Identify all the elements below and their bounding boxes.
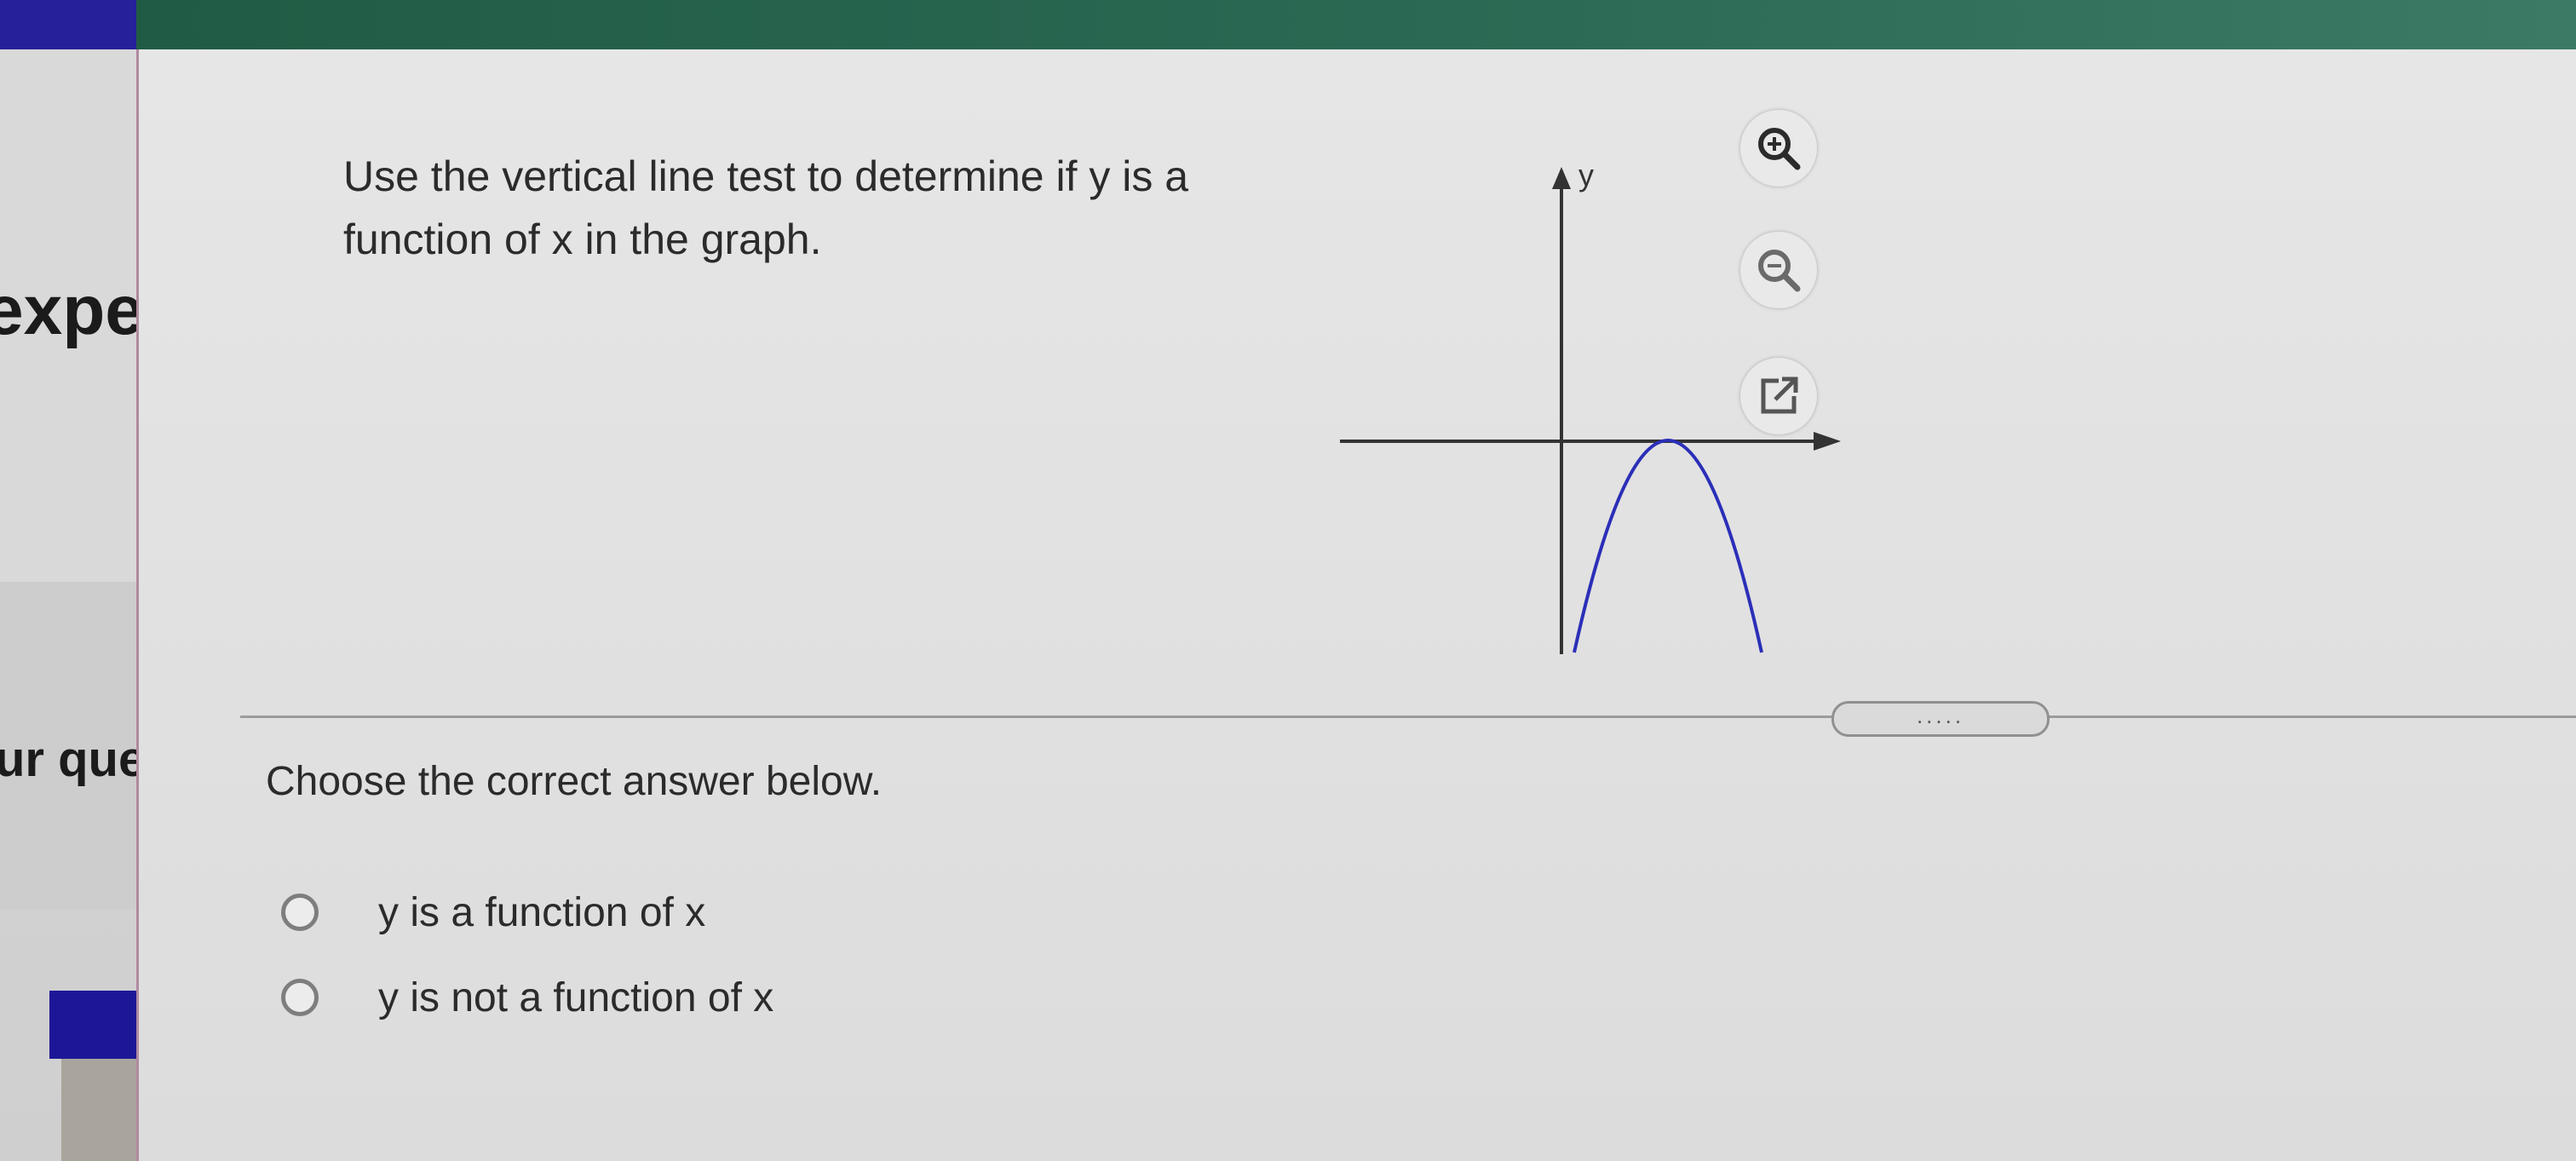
popout-icon — [1761, 376, 1798, 414]
divider-drag-handle[interactable]: ..... — [1831, 701, 2050, 737]
answer-option-function[interactable]: y is a function of x — [281, 882, 705, 942]
zoom-out-button[interactable] — [1740, 232, 1817, 308]
x-axis-arrow — [1814, 432, 1841, 451]
popout-button[interactable] — [1740, 358, 1817, 434]
parabola-curve — [1573, 439, 1763, 653]
radio-button[interactable] — [281, 894, 319, 931]
y-axis-label: y — [1578, 158, 1594, 193]
question-text: Use the vertical line test to determine … — [343, 152, 1189, 263]
option-label[interactable]: y is a function of x — [378, 889, 705, 936]
option-label[interactable]: y is not a function of x — [378, 974, 773, 1021]
header-accent — [0, 0, 136, 49]
section-divider — [240, 716, 2576, 718]
top-header-bar — [0, 0, 2576, 49]
radio-button[interactable] — [281, 979, 319, 1016]
zoom-in-button[interactable] — [1740, 110, 1817, 187]
answer-prompt: Choose the correct answer below. — [266, 759, 883, 804]
handle-dots: ..... — [1916, 703, 1965, 728]
answer-option-not-function[interactable]: y is not a function of x — [281, 968, 773, 1027]
y-axis-arrow — [1552, 167, 1571, 189]
zoom-in-icon — [1758, 128, 1801, 170]
zoom-out-icon — [1758, 250, 1801, 292]
